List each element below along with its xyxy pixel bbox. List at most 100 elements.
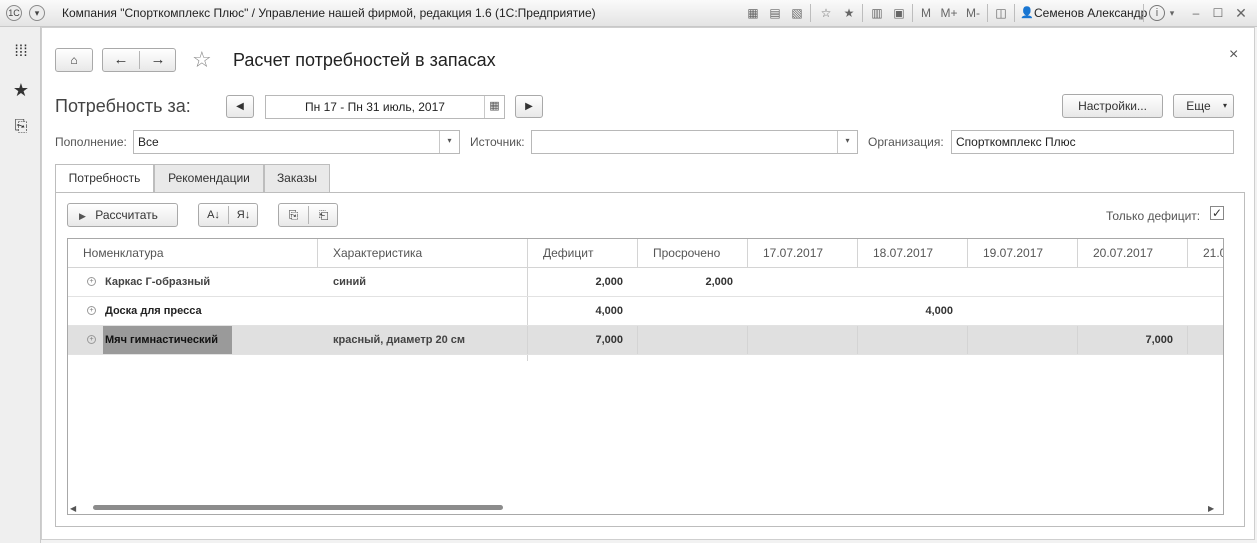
source-dropdown-icon[interactable]: ▾ bbox=[837, 131, 857, 153]
calculator-icon[interactable]: ▥ bbox=[868, 5, 886, 22]
only-deficit-label: Только дефицит: bbox=[1106, 209, 1201, 223]
item-cell: Каркас Г-образный bbox=[105, 276, 211, 288]
characteristic-cell bbox=[333, 297, 523, 325]
column-header[interactable]: 17.07.2017 bbox=[748, 239, 858, 268]
memory-m-button[interactable]: M bbox=[918, 5, 934, 22]
organization-field[interactable]: Спорткомплекс Плюс bbox=[951, 130, 1234, 154]
sections-grid-icon[interactable]: ⁞⁞⁞ bbox=[10, 41, 32, 63]
info-dropdown-icon[interactable]: ▾ bbox=[1167, 5, 1177, 22]
item-cell: Мяч гимнастический bbox=[103, 326, 232, 354]
period-next-button[interactable]: ▶ bbox=[515, 95, 543, 118]
column-header[interactable]: 20.07.2017 bbox=[1078, 239, 1188, 268]
window-titlebar: 1С ▾ Компания "Спорткомплекс Плюс" / Упр… bbox=[0, 0, 1257, 27]
deficit-cell: 7,000 bbox=[595, 334, 623, 346]
column-header[interactable]: Дефицит bbox=[528, 239, 638, 268]
column-header[interactable]: 18.07.2017 bbox=[858, 239, 968, 268]
sort-descending-icon[interactable]: Я↓ bbox=[229, 204, 258, 226]
expand-icon[interactable]: + bbox=[87, 335, 96, 344]
memory-minus-button[interactable]: M- bbox=[962, 5, 984, 22]
date-cell bbox=[858, 326, 968, 354]
settings-button[interactable]: Настройки... bbox=[1062, 94, 1163, 118]
characteristic-cell: синий bbox=[333, 276, 367, 288]
paste-icon[interactable]: ⎗ bbox=[309, 204, 338, 226]
maximize-icon[interactable]: ☐ bbox=[1210, 5, 1226, 22]
expand-icon[interactable]: + bbox=[87, 306, 96, 315]
copy-buttons: ⎘ ⎗ bbox=[278, 203, 338, 227]
preview-icon[interactable]: ▧ bbox=[788, 5, 806, 22]
app-logo-icon[interactable]: 1С bbox=[6, 5, 22, 21]
user-name[interactable]: Семенов Александр bbox=[1034, 6, 1147, 20]
forward-arrow-icon[interactable]: → bbox=[140, 49, 176, 71]
home-button[interactable]: ⌂ bbox=[55, 48, 93, 72]
date-cell bbox=[748, 326, 858, 354]
period-prev-button[interactable]: ◀ bbox=[226, 95, 254, 118]
play-icon: ▶ bbox=[79, 211, 86, 221]
overdue-cell bbox=[638, 326, 748, 354]
minimize-icon[interactable]: – bbox=[1188, 5, 1204, 22]
more-button[interactable]: Еще ▾ bbox=[1173, 94, 1234, 118]
sections-panel: ⁞⁞⁞ ★ ⎘ bbox=[0, 27, 41, 543]
panels-icon[interactable]: ◫ bbox=[992, 5, 1010, 22]
calendar-icon[interactable]: ▣ bbox=[890, 5, 908, 22]
column-header[interactable]: Номенклатура bbox=[68, 239, 318, 268]
source-label: Источник: bbox=[470, 135, 525, 149]
column-header[interactable]: Характеристика bbox=[318, 239, 528, 268]
info-icon[interactable]: i bbox=[1149, 5, 1165, 21]
column-header[interactable]: 21.07.2017 bbox=[1188, 239, 1223, 268]
tab-recommendations[interactable]: Рекомендации bbox=[154, 164, 264, 193]
expand-icon[interactable]: + bbox=[87, 277, 96, 286]
scrollbar-thumb[interactable] bbox=[93, 505, 503, 510]
scroll-left-icon[interactable]: ◀ bbox=[70, 504, 76, 513]
favorite-star-icon[interactable]: ☆ bbox=[192, 47, 212, 73]
replenishment-value: Все bbox=[138, 135, 159, 149]
date-cell bbox=[748, 268, 858, 296]
date-cell bbox=[968, 268, 1078, 296]
horizontal-scrollbar[interactable] bbox=[83, 504, 1218, 511]
only-deficit-checkbox[interactable]: ✓ bbox=[1210, 206, 1224, 220]
history-icon[interactable]: ⎘ bbox=[10, 116, 32, 138]
tab-demand[interactable]: Потребность bbox=[55, 164, 154, 194]
close-window-icon[interactable]: ✕ bbox=[1233, 5, 1249, 22]
form-title: Расчет потребностей в запасах bbox=[233, 50, 496, 70]
period-calendar-icon[interactable]: ▦ bbox=[484, 96, 504, 118]
replenishment-dropdown-icon[interactable]: ▾ bbox=[439, 131, 459, 153]
table-row-selected[interactable]: + Мяч гимнастический красный, диаметр 20… bbox=[68, 326, 1223, 355]
more-dropdown-icon: ▾ bbox=[1222, 101, 1227, 110]
prev-period-icon: ◀ bbox=[236, 101, 244, 112]
overdue-cell: 2,000 bbox=[705, 276, 733, 288]
organization-value: Спорткомплекс Плюс bbox=[956, 135, 1076, 149]
tab-orders[interactable]: Заказы bbox=[264, 164, 330, 193]
column-header[interactable]: Просрочено bbox=[638, 239, 748, 268]
favorites-list-icon[interactable]: ★ bbox=[840, 5, 858, 22]
close-form-icon[interactable]: × bbox=[1229, 46, 1238, 64]
deficit-cell: 4,000 bbox=[595, 305, 623, 317]
back-arrow-icon[interactable]: ← bbox=[103, 49, 139, 71]
date-cell bbox=[968, 326, 1078, 354]
sort-ascending-icon[interactable]: A↓ bbox=[199, 204, 228, 226]
main-menu-icon[interactable]: ▾ bbox=[29, 5, 45, 21]
scroll-right-icon[interactable]: ▶ bbox=[1208, 504, 1214, 513]
favorites-add-icon[interactable]: ☆ bbox=[817, 5, 835, 22]
source-field[interactable]: ▾ bbox=[531, 130, 858, 154]
window-title: Компания "Спорткомплекс Плюс" / Управлен… bbox=[62, 6, 596, 20]
period-field[interactable]: Пн 17 - Пн 31 июль, 2017 ▦ bbox=[265, 95, 505, 119]
organization-label: Организация: bbox=[868, 135, 944, 149]
copy-icon[interactable]: ⎘ bbox=[279, 204, 308, 226]
column-header[interactable]: 19.07.2017 bbox=[968, 239, 1078, 268]
date-cell bbox=[1078, 297, 1188, 325]
replenishment-label: Пополнение: bbox=[55, 135, 127, 149]
favorites-icon[interactable]: ★ bbox=[10, 79, 32, 101]
characteristic-cell: красный, диаметр 20 см bbox=[333, 334, 466, 346]
memory-plus-button[interactable]: M+ bbox=[938, 5, 960, 22]
replenishment-field[interactable]: Все ▾ bbox=[133, 130, 460, 154]
home-icon: ⌂ bbox=[70, 53, 78, 67]
save-icon[interactable]: ▦ bbox=[744, 5, 762, 22]
calculate-button[interactable]: ▶ Рассчитать bbox=[67, 203, 178, 227]
table-row[interactable]: + Каркас Г-образный синий 2,000 2,000 bbox=[68, 268, 1223, 297]
date-cell: 4,000 bbox=[925, 305, 953, 317]
table-row[interactable]: + Доска для пресса 4,000 4,000 bbox=[68, 297, 1223, 326]
print-icon[interactable]: ▤ bbox=[766, 5, 784, 22]
tab-panel: ▶ Рассчитать A↓ Я↓ ⎘ ⎗ Только дефицит: ✓… bbox=[55, 192, 1245, 527]
demand-table: Номенклатура Характеристика Дефицит Прос… bbox=[67, 238, 1224, 515]
sort-buttons: A↓ Я↓ bbox=[198, 203, 258, 227]
